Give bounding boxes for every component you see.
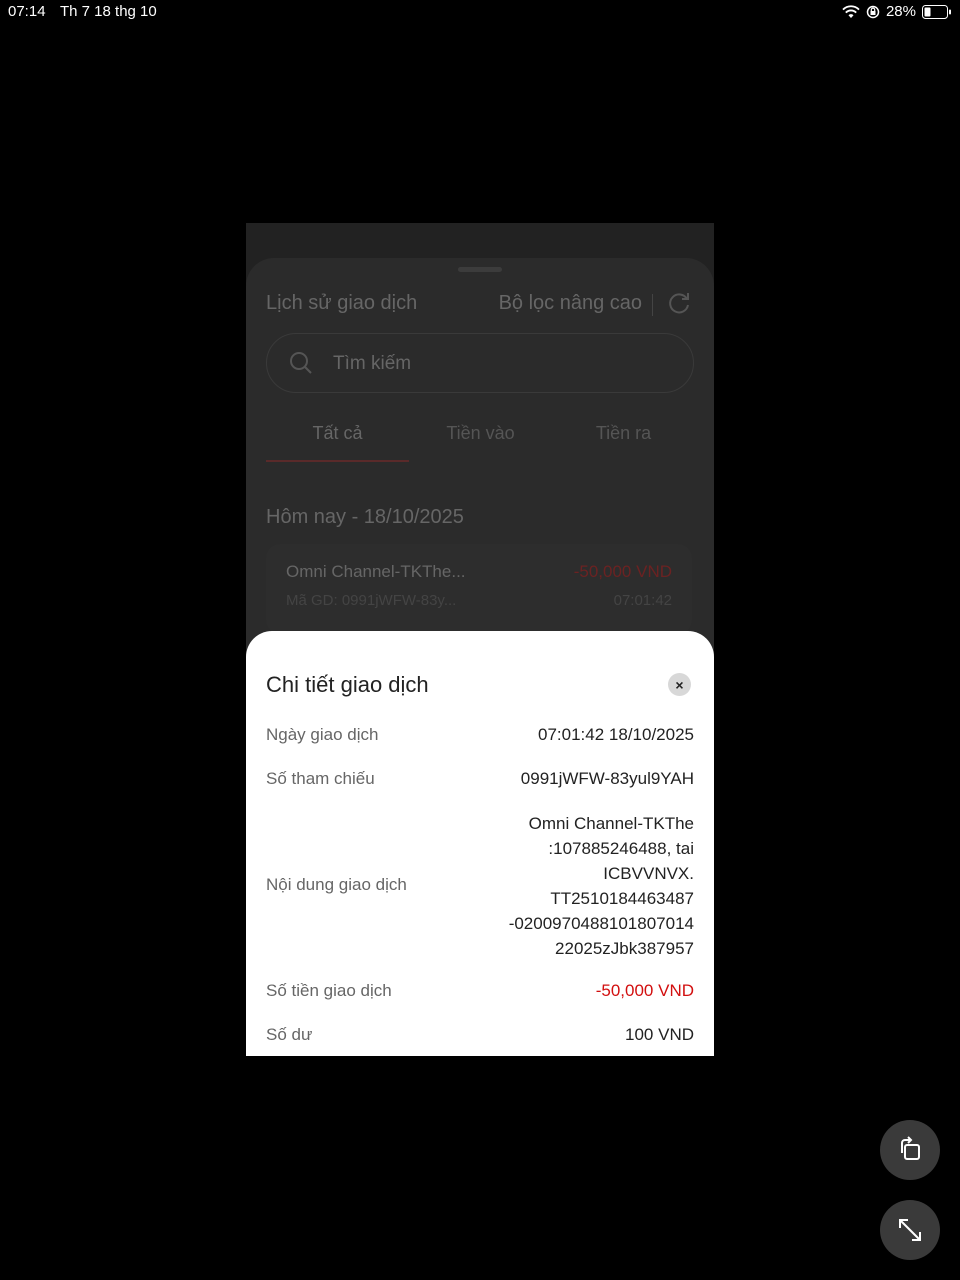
content-line: TT2510184463487 (550, 889, 694, 908)
rotate-screen-icon (901, 1136, 920, 1160)
close-icon: × (675, 676, 684, 693)
history-title: Lịch sử giao dịch (266, 292, 418, 314)
value-transaction-amount: -50,000 VND (595, 981, 694, 1000)
rotation-lock-icon (866, 5, 880, 18)
battery-icon (922, 4, 951, 19)
content-line: Omni Channel-TKThe (528, 814, 694, 833)
active-tab-indicator (266, 460, 409, 462)
transaction-amount: -50,000 VND (573, 562, 672, 581)
refresh-icon[interactable] (666, 290, 692, 316)
value-transaction-content: Omni Channel-TKThe :107885246488, tai IC… (464, 811, 694, 961)
expand-icon (899, 1219, 921, 1241)
status-right: 28% (842, 3, 952, 20)
status-time: 07:14 (8, 3, 46, 20)
content-line: 22025zJbk387957 (555, 939, 694, 958)
divider (652, 294, 653, 316)
tab-all[interactable]: Tất cả (266, 423, 409, 444)
status-bar: 07:14 Th 7 18 thg 10 28% (0, 0, 960, 26)
date-header: Hôm nay - 18/10/2025 (266, 506, 464, 528)
transaction-detail-modal: Chi tiết giao dịch × Ngày giao dịch 07:0… (246, 631, 714, 1056)
label-balance: Số dư (266, 1025, 313, 1044)
transaction-code: Mã GD: 0991jWFW-83y... (286, 592, 457, 609)
search-box[interactable] (266, 333, 694, 393)
status-date: Th 7 18 thg 10 (60, 3, 157, 20)
value-balance: 100 VND (625, 1025, 694, 1044)
close-button[interactable]: × (668, 673, 691, 696)
content-line: ICBVVNVX. (603, 864, 694, 883)
advanced-filter-button[interactable]: Bộ lọc nâng cao (499, 292, 642, 315)
label-transaction-amount: Số tiền giao dịch (266, 981, 392, 1000)
transaction-name: Omni Channel-TKThe... (286, 562, 466, 581)
battery-percent: 28% (885, 3, 916, 20)
value-transaction-date: 07:01:42 18/10/2025 (538, 725, 694, 744)
transaction-card[interactable]: Omni Channel-TKThe... -50,000 VND Mã GD:… (266, 544, 692, 634)
label-reference-number: Số tham chiếu (266, 769, 375, 788)
tab-money-in[interactable]: Tiền vào (409, 423, 552, 444)
expand-button[interactable] (880, 1200, 940, 1260)
value-reference-number: 0991jWFW-83yul9YAH (520, 769, 694, 788)
content-line: -0200970488101807014 (508, 914, 694, 933)
rotate-screen-button[interactable] (880, 1120, 940, 1180)
label-transaction-content: Nội dung giao dịch (266, 875, 407, 894)
transaction-time: 07:01:42 (613, 592, 672, 609)
content-line: :107885246488, tai (548, 839, 694, 858)
sheet-handle[interactable] (458, 267, 502, 272)
search-icon (290, 352, 312, 374)
modal-title: Chi tiết giao dịch (266, 672, 429, 697)
tab-money-out[interactable]: Tiền ra (552, 423, 695, 444)
wifi-icon (842, 4, 860, 18)
search-input[interactable] (331, 350, 665, 378)
label-transaction-date: Ngày giao dịch (266, 725, 379, 744)
